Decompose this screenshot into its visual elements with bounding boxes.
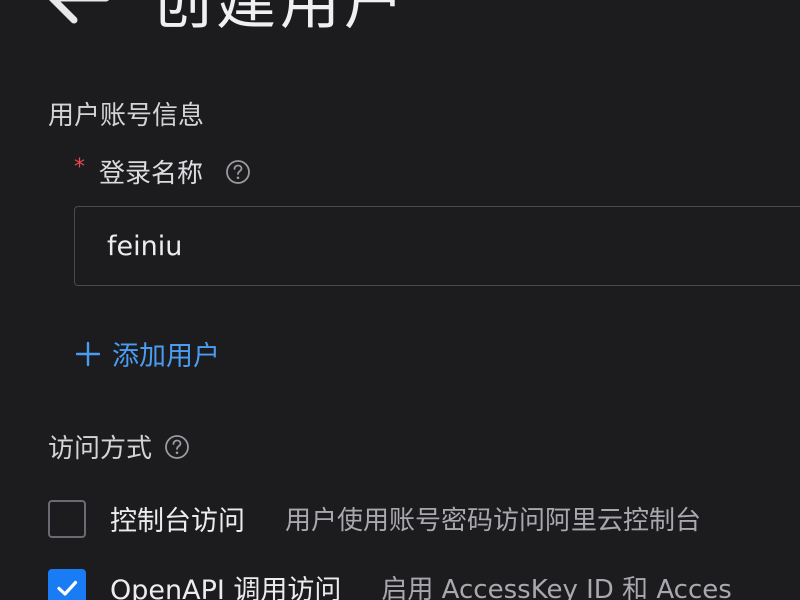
question-circle-icon[interactable]	[225, 159, 251, 185]
plus-icon	[74, 340, 102, 368]
login-name-label-row: * 登录名称	[74, 153, 251, 190]
openapi-access-checkbox[interactable]	[48, 568, 86, 600]
checkmark-icon	[57, 580, 78, 596]
access-option-console[interactable]: 控制台访问 用户使用账号密码访问阿里云控制台	[48, 499, 701, 538]
access-section-header: 访问方式	[48, 428, 190, 465]
console-access-checkbox[interactable]	[48, 499, 86, 538]
console-access-label: 控制台访问	[110, 506, 245, 537]
add-user-label: 添加用户	[112, 341, 220, 372]
console-access-description: 用户使用账号密码访问阿里云控制台	[285, 506, 702, 536]
login-name-label: 登录名称	[99, 159, 204, 189]
question-circle-icon[interactable]	[164, 434, 190, 460]
access-option-openapi[interactable]: OpenAPI 调用访问 启用 AccessKey ID 和 Acces	[48, 568, 732, 600]
login-name-input[interactable]	[74, 206, 800, 286]
openapi-access-description: 启用 AccessKey ID 和 Acces	[381, 575, 732, 600]
required-mark: *	[74, 155, 85, 180]
create-user-page: 创建用户 用户账号信息 * 登录名称 添加用户 访问方式	[0, 0, 800, 600]
add-user-button[interactable]: 添加用户	[74, 334, 220, 373]
access-section-title: 访问方式	[48, 434, 153, 464]
page-title: 创建用户	[152, 0, 408, 38]
account-section-title: 用户账号信息	[48, 101, 205, 131]
arrow-left-icon[interactable]	[40, 0, 112, 28]
openapi-access-label: OpenAPI 调用访问	[110, 575, 342, 600]
